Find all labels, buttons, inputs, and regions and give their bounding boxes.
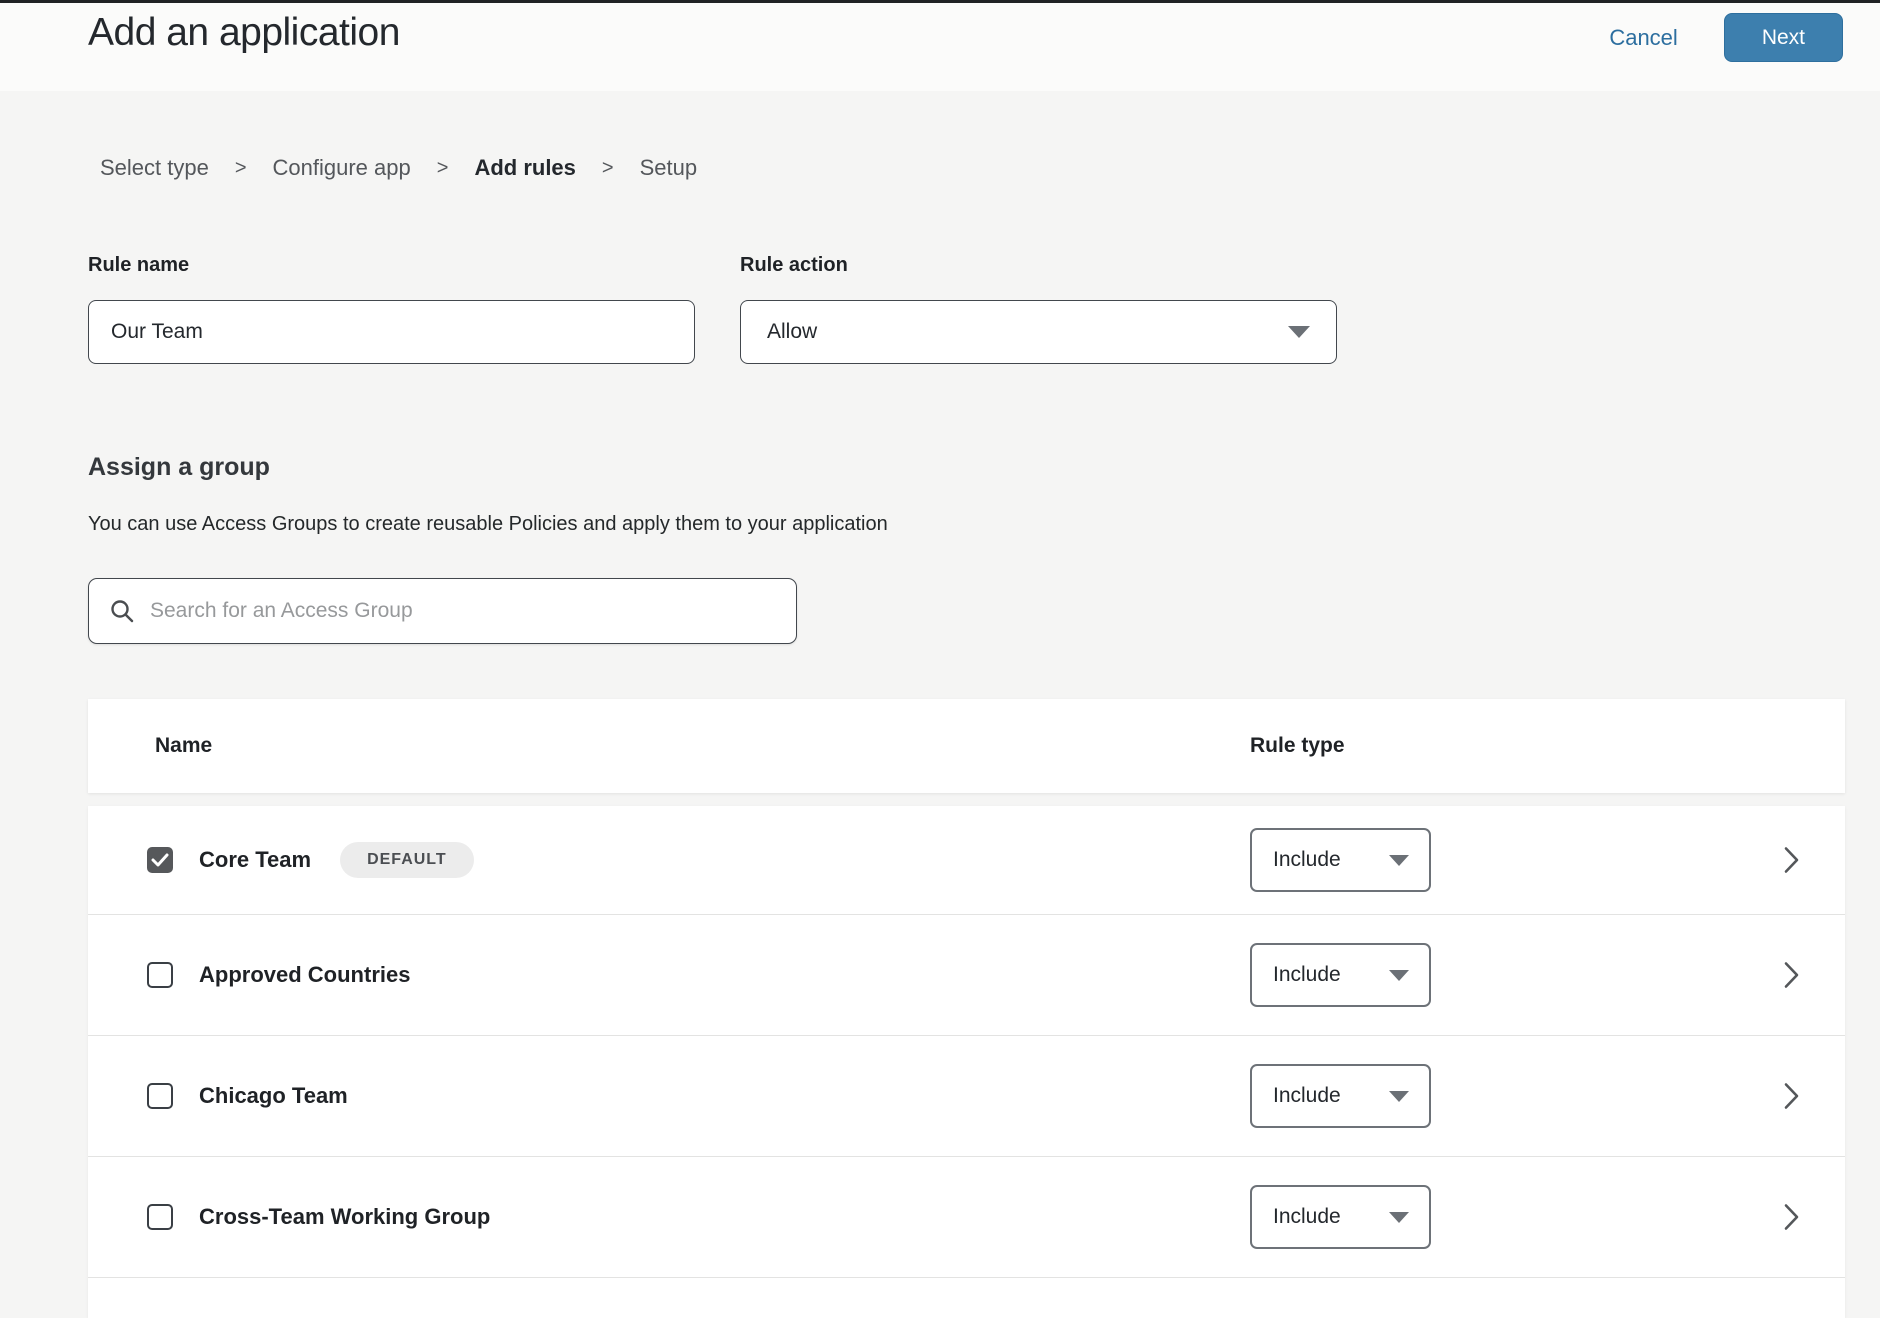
row-detail-chevron[interactable]	[1783, 846, 1800, 875]
rule-type-value: Include	[1273, 1084, 1341, 1108]
chevron-down-icon	[1389, 1091, 1409, 1102]
checkmark-icon	[151, 853, 169, 867]
search-icon	[109, 598, 136, 625]
table-body: Core Team DEFAULT Include Approved Count…	[88, 806, 1845, 1318]
breadcrumb: Select type > Configure app > Add rules > Setu…	[100, 155, 1880, 181]
access-group-search[interactable]	[88, 578, 797, 644]
chevron-right-icon	[1783, 1203, 1800, 1232]
row-checkbox[interactable]	[147, 1204, 173, 1230]
table-row: Cross-Team Working Group Include	[88, 1157, 1845, 1278]
breadcrumb-step[interactable]: Add rules	[474, 155, 575, 181]
rule-action-value: Allow	[767, 320, 817, 344]
table-header-row: Name Rule type	[88, 699, 1845, 793]
table-row: Core Team DEFAULT Include	[88, 806, 1845, 915]
chevron-down-icon	[1389, 855, 1409, 866]
group-name: Core Team	[199, 847, 311, 873]
row-checkbox[interactable]	[147, 962, 173, 988]
rule-form: Rule name Rule action Allow	[88, 254, 1880, 364]
assign-group-heading: Assign a group	[88, 453, 1880, 482]
rule-type-value: Include	[1273, 1205, 1341, 1229]
assign-group-description: You can use Access Groups to create reus…	[88, 513, 1880, 536]
group-name: Cross-Team Working Group	[199, 1204, 490, 1230]
rule-action-select[interactable]: Allow	[740, 300, 1337, 364]
row-detail-chevron[interactable]	[1783, 1203, 1800, 1232]
rule-name-input[interactable]	[88, 300, 695, 364]
row-detail-chevron[interactable]	[1783, 1082, 1800, 1111]
row-checkbox[interactable]	[147, 847, 173, 873]
row-checkbox[interactable]	[147, 1083, 173, 1109]
chevron-down-icon	[1288, 326, 1310, 338]
default-badge: DEFAULT	[340, 842, 474, 878]
breadcrumb-step[interactable]: Select type	[100, 155, 209, 181]
group-name: Approved Countries	[199, 962, 410, 988]
page-title: Add an application	[88, 11, 400, 55]
header-band: Add an application Cancel Next	[0, 3, 1880, 91]
chevron-right-icon	[1783, 846, 1800, 875]
rule-type-value: Include	[1273, 963, 1341, 987]
breadcrumb-separator: >	[235, 157, 247, 180]
rule-type-select[interactable]: Include	[1250, 828, 1431, 892]
breadcrumb-step[interactable]: Configure app	[273, 155, 411, 181]
group-name: Chicago Team	[199, 1083, 348, 1109]
access-groups-table: Name Rule type Core Team DEFAULT Include…	[88, 699, 1845, 1318]
chevron-right-icon	[1783, 1082, 1800, 1111]
rule-type-select[interactable]: Include	[1250, 943, 1431, 1007]
chevron-down-icon	[1389, 1212, 1409, 1223]
rule-name-label: Rule name	[88, 254, 695, 278]
search-input[interactable]	[150, 599, 776, 623]
chevron-down-icon	[1389, 970, 1409, 981]
breadcrumb-separator: >	[437, 157, 449, 180]
breadcrumb-separator: >	[602, 157, 614, 180]
column-header-name: Name	[155, 734, 212, 758]
row-detail-chevron[interactable]	[1783, 961, 1800, 990]
rule-name-field: Rule name	[88, 254, 695, 364]
breadcrumb-step[interactable]: Setup	[640, 155, 698, 181]
cancel-button[interactable]: Cancel	[1609, 25, 1677, 51]
rule-type-select[interactable]: Include	[1250, 1185, 1431, 1249]
table-row: Approved Countries Include	[88, 915, 1845, 1036]
partial-row	[88, 1278, 1845, 1318]
next-button[interactable]: Next	[1724, 13, 1843, 62]
chevron-right-icon	[1783, 961, 1800, 990]
rule-action-label: Rule action	[740, 254, 1337, 278]
table-row: Chicago Team Include	[88, 1036, 1845, 1157]
rule-action-field: Rule action Allow	[740, 254, 1337, 364]
rule-type-value: Include	[1273, 848, 1341, 872]
rule-type-select[interactable]: Include	[1250, 1064, 1431, 1128]
column-header-rule-type: Rule type	[1250, 734, 1345, 758]
